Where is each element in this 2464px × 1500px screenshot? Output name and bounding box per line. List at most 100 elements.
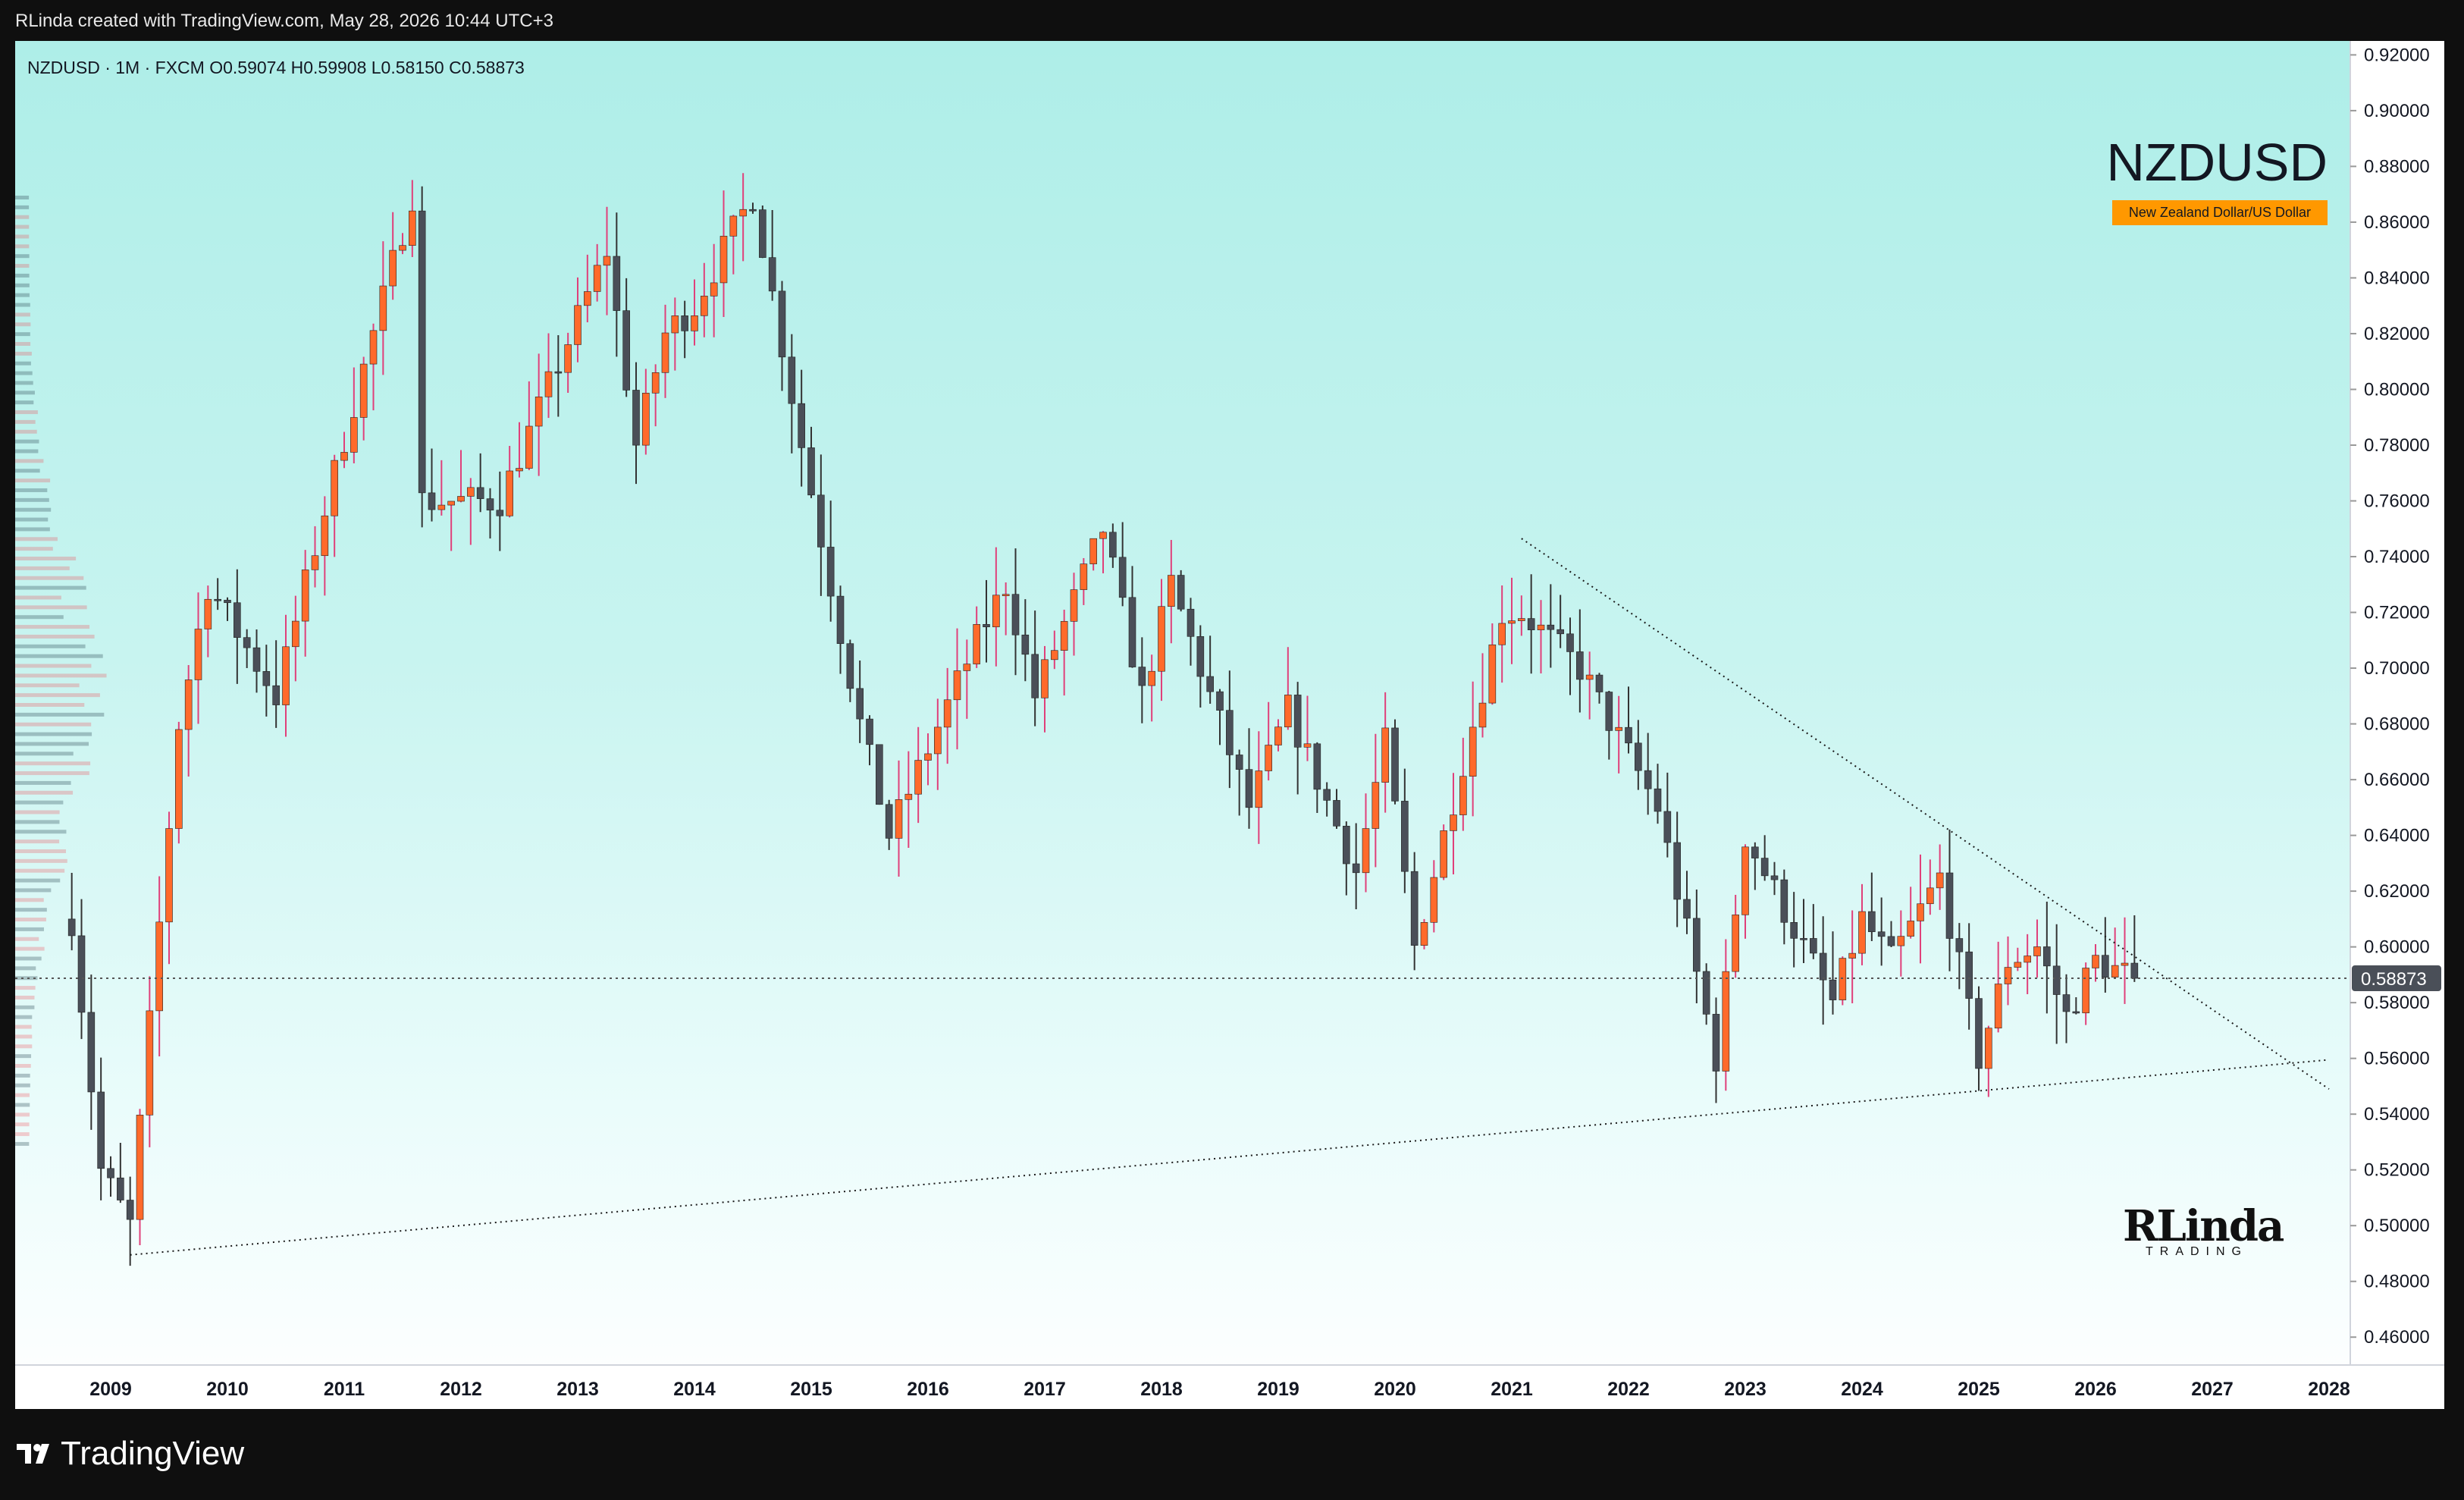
profile-bar [15,1034,33,1039]
profile-bar [15,634,95,639]
candle [1877,897,1886,966]
tradingview-logo[interactable]: TradingView [17,1435,244,1473]
candle-body [1780,879,1788,923]
candle-body [826,547,835,597]
candle-body [2072,1011,2080,1014]
time-tick-label: 2016 [907,1379,949,1400]
candle [292,595,299,682]
candle [1303,695,1312,761]
candle [1333,789,1340,829]
time-tick-label: 2020 [1374,1379,1416,1400]
candle-body [1975,998,1983,1069]
price-chart[interactable]: 0.46000 0.48000 0.50000 0.52000 0.54000 0.560… [15,41,2444,1409]
candle [224,597,231,621]
candle [1099,531,1107,574]
candle-body [1654,788,1662,812]
candle-body [895,799,903,839]
profile-bar [15,810,60,814]
profile-bar [15,673,107,678]
candle [1897,910,1905,977]
candle [739,173,747,262]
profile-bar [15,927,44,931]
candle-body [1693,918,1701,972]
profile-bar [15,693,100,698]
time-tick-label: 2022 [1607,1379,1650,1400]
candle [876,744,883,805]
profile-bar [15,361,31,366]
candle-body [622,310,630,391]
candle-body [1800,938,1807,940]
candle [1128,566,1136,668]
candle [1858,883,1866,965]
candle-body [710,282,718,297]
candle [1790,892,1798,968]
time-tick-label: 2028 [2308,1379,2350,1400]
candle [2130,915,2139,982]
candle-body [292,620,299,648]
profile-bar [15,215,30,219]
profile-bar [15,196,30,200]
candle-body [1109,532,1117,558]
tradingview-icon [17,1444,49,1464]
profile-bar [15,683,80,688]
candle-body [1848,952,1856,959]
candle-body [1673,842,1681,900]
candle-body [1897,936,1905,946]
candle-body [1070,589,1078,622]
time-tick-label: 2019 [1257,1379,1299,1400]
profile-bar [15,644,86,648]
candle [428,448,436,522]
profile-bar [15,547,53,551]
candle [2072,997,2080,1015]
candle [1450,773,1457,874]
candle-body [593,265,601,292]
profile-bar [15,956,42,961]
candle [1148,654,1155,722]
profile-bar [15,224,30,229]
profile-bar [15,849,66,853]
candle [1372,733,1380,868]
candle [1907,887,1914,939]
candle-body [194,629,202,680]
profile-bar [15,615,64,620]
candle [1625,686,1632,754]
candle [1216,689,1224,745]
candle [943,667,951,764]
candle [1508,577,1516,664]
candle [1051,630,1058,670]
candle [778,281,786,391]
candle [564,332,572,393]
price-tick-label: 0.58000 [2364,993,2430,1013]
chart-frame[interactable]: 0.46000 0.48000 0.50000 0.52000 0.54000 0.560… [15,41,2444,1409]
candle-body [1635,742,1642,771]
candle-body [574,305,582,345]
profile-bar [15,381,33,385]
candle-body [807,447,815,496]
symbol-ticker: NZDUSD [2106,133,2328,192]
candle [409,180,416,258]
candle-body [1333,800,1340,827]
profile-bar [15,205,30,209]
candle [117,1143,124,1203]
candle-body [1498,623,1506,645]
candle-body [107,1168,114,1178]
candle-body [584,291,591,306]
candle [759,205,766,259]
top-bar: RLinda created with TradingView.com, May… [0,0,2464,41]
candle-body [1118,557,1127,598]
candle-body [1216,691,1224,711]
candle-body [262,671,271,686]
candle [1722,939,1730,1091]
candle [1965,923,1973,1030]
profile-bar [15,752,74,756]
candle [262,645,271,717]
profile-bar [15,995,35,999]
candle-body [77,935,86,1013]
profile-bar [15,868,65,873]
candle [1469,681,1477,817]
time-tick-label: 2014 [673,1379,716,1400]
candle [2024,934,2031,994]
candle-body [1041,659,1049,698]
time-tick-label: 2013 [556,1379,599,1400]
tradingview-brand: TradingView [61,1435,245,1472]
